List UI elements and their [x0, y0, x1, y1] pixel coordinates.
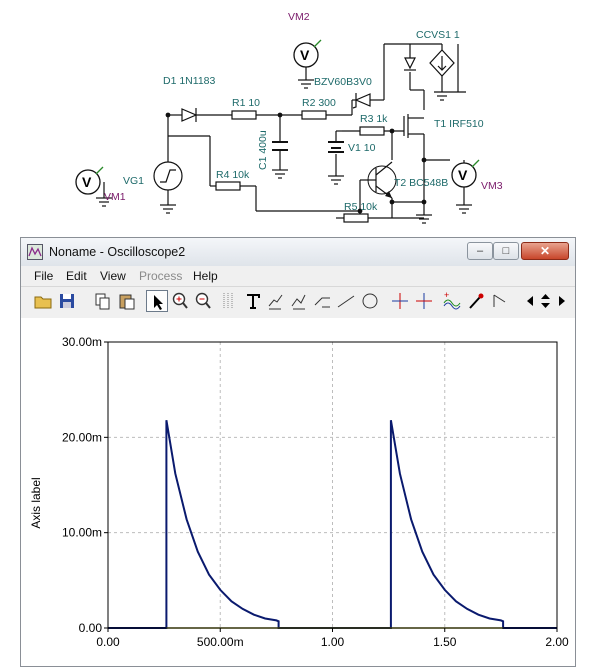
- grid-icon[interactable]: [217, 290, 239, 312]
- menu-file[interactable]: File: [34, 269, 53, 283]
- oscilloscope-chart: 0.00 500.00m 1.00 1.50 2.00 0.00 10.00m 20.00m 3…: [29, 335, 569, 649]
- label-r2: R2 300: [302, 97, 336, 109]
- paste-icon[interactable]: [116, 290, 138, 312]
- minimize-button[interactable]: –: [467, 242, 493, 260]
- svg-text:+: +: [444, 290, 449, 300]
- scroll-updown-icon[interactable]: [537, 290, 554, 312]
- probe-icon[interactable]: [465, 290, 487, 312]
- x-tick-label: 1.00: [321, 635, 345, 649]
- zoom-in-icon[interactable]: [169, 290, 191, 312]
- label-vm1: VM1: [104, 191, 126, 203]
- label-vm2: VM2: [288, 11, 310, 23]
- voltmeter-vm3-icon: V: [451, 159, 480, 188]
- menu-bar: File Edit View Process Help: [21, 266, 575, 286]
- cursor-a-icon[interactable]: [389, 290, 411, 312]
- label-c1: C1 400u: [257, 130, 269, 170]
- x-tick-label: 1.50: [433, 635, 457, 649]
- y-tick-label: 10.00m: [62, 526, 102, 540]
- label-t1: T1 IRF510: [434, 118, 484, 130]
- label-r1: R1 10: [232, 97, 260, 109]
- menu-view[interactable]: View: [100, 269, 126, 283]
- scroll-left-icon[interactable]: [523, 290, 538, 312]
- voltmeter-vm2-icon: V: [293, 39, 322, 68]
- cursor-b-icon[interactable]: [413, 290, 435, 312]
- zoom-out-icon[interactable]: [192, 290, 214, 312]
- y-tick-label: 20.00m: [62, 430, 102, 444]
- window-title: Noname - Oscilloscope2: [49, 245, 186, 259]
- toolbar: +: [21, 286, 575, 317]
- svg-text:V: V: [300, 47, 310, 63]
- step-icon[interactable]: [489, 290, 511, 312]
- menu-process: Process: [139, 269, 183, 283]
- y-tick-label: 0.00: [79, 621, 103, 635]
- y-tick-label: 30.00m: [62, 335, 102, 349]
- label-ccvs1: CCVS1 1: [416, 29, 460, 41]
- close-button[interactable]: ✕: [521, 242, 569, 260]
- text-icon[interactable]: [242, 290, 264, 312]
- x-tick-label: 0.00: [96, 635, 120, 649]
- menu-edit[interactable]: Edit: [66, 269, 87, 283]
- plot-area[interactable]: 0.00 500.00m 1.00 1.50 2.00 0.00 10.00m 20.00m 3…: [21, 318, 575, 666]
- label-vm3: VM3: [481, 180, 503, 192]
- ramp-icon[interactable]: [312, 290, 334, 312]
- voltmeter-vm1-icon: V: [75, 166, 104, 195]
- label-v1: V1 10: [348, 142, 376, 154]
- oscilloscope-app-icon: [27, 244, 43, 260]
- menu-help[interactable]: Help: [193, 269, 218, 283]
- x-tick-label: 500.00m: [197, 635, 244, 649]
- label-r5: R5 10k: [344, 201, 378, 213]
- line-icon[interactable]: [335, 290, 357, 312]
- circuit-schematic: V V V VM2 CCVS1 1 D1 1N1183 BZV60B3V0 R1…: [75, 11, 503, 224]
- label-zener: BZV60B3V0: [314, 76, 372, 88]
- label-r3: R3 1k: [360, 113, 388, 125]
- label-vg1: VG1: [123, 175, 144, 187]
- oscilloscope-window: Noname - Oscilloscope2 – □ ✕ File Edit V…: [20, 237, 576, 667]
- cursor-annotate-2-icon[interactable]: [288, 290, 310, 312]
- label-d1: D1 1N1183: [163, 75, 216, 87]
- pointer-icon[interactable]: [146, 290, 168, 312]
- copy-icon[interactable]: [92, 290, 114, 312]
- cursor-annotate-icon[interactable]: [265, 290, 287, 312]
- svg-text:V: V: [458, 167, 468, 183]
- title-bar[interactable]: Noname - Oscilloscope2 – □ ✕: [21, 238, 575, 266]
- y-axis-label: Axis label: [29, 477, 43, 528]
- open-folder-icon[interactable]: [32, 290, 54, 312]
- circle-icon[interactable]: [359, 290, 381, 312]
- add-trace-icon[interactable]: +: [441, 290, 463, 312]
- x-tick-label: 2.00: [545, 635, 569, 649]
- save-icon[interactable]: [56, 290, 78, 312]
- label-r4: R4 10k: [216, 169, 250, 181]
- svg-text:V: V: [82, 174, 92, 190]
- scroll-right-icon[interactable]: [554, 290, 569, 312]
- label-t2: T2 BC548B: [394, 177, 448, 189]
- maximize-button[interactable]: □: [493, 242, 519, 260]
